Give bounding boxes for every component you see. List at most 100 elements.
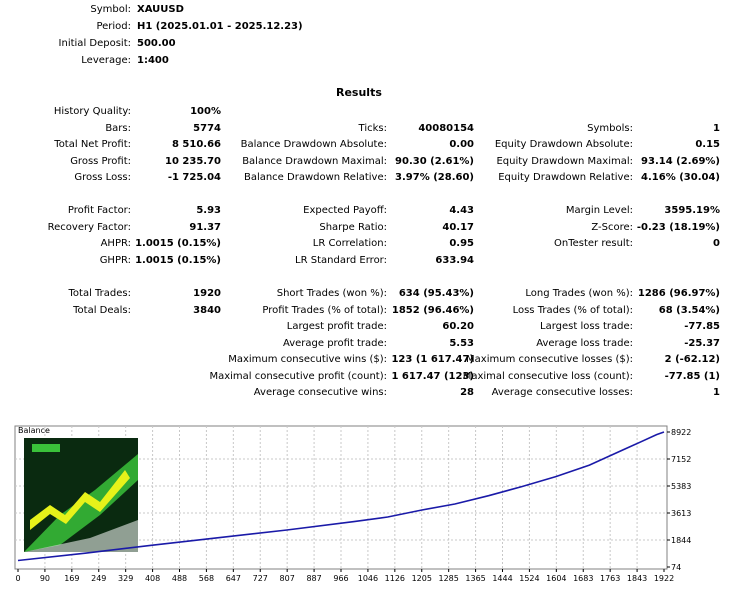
col3-value: -25.37 — [684, 337, 720, 349]
col1-label: Total Trades: — [68, 288, 132, 300]
x-tick-label: 727 — [253, 574, 268, 583]
col1-value: -1 725.04 — [167, 172, 221, 184]
x-tick-label: 1285 — [438, 574, 458, 583]
col2-label: Balance Drawdown Maximal: — [242, 155, 387, 167]
col3-value: 4.16% (30.04) — [641, 172, 720, 184]
col1-value: 91.37 — [189, 221, 221, 233]
header-label: Symbol: — [90, 4, 131, 15]
col2-value: 123 (1 617.47) — [391, 354, 474, 366]
col3-label: Loss Trades (% of total): — [512, 304, 633, 316]
y-tick-label: 7152 — [671, 455, 691, 464]
col2-label: LR Standard Error: — [295, 254, 387, 266]
col3-label: Equity Drawdown Relative: — [498, 172, 633, 184]
col2-value: 40080154 — [418, 122, 474, 134]
x-tick-label: 1683 — [573, 574, 593, 583]
header-value: 500.00 — [137, 38, 176, 49]
col3-label: Maximal consecutive loss (count): — [462, 370, 633, 382]
header-value: XAUUSD — [137, 4, 184, 15]
col3-label: Average consecutive losses: — [491, 387, 633, 399]
x-tick-label: 90 — [40, 574, 50, 583]
col3-label: Z-Score: — [591, 221, 633, 233]
col3-value: 2 (-62.12) — [664, 354, 720, 366]
col3-value: 1286 (96.97%) — [637, 288, 720, 300]
x-tick-label: 966 — [333, 574, 348, 583]
col2-label: Average profit trade: — [282, 337, 387, 349]
col1-value: 1920 — [193, 288, 221, 300]
col3-label: Largest loss trade: — [540, 321, 633, 333]
col2-label: Largest profit trade: — [286, 321, 387, 333]
col3-value: -77.85 (1) — [664, 370, 720, 382]
col2-label: Sharpe Ratio: — [319, 221, 387, 233]
col1-label: Total Deals: — [73, 304, 131, 316]
col3-label: Equity Drawdown Maximal: — [496, 155, 633, 167]
col2-value: 1 617.47 (123) — [391, 370, 474, 382]
col2-value: 633.94 — [435, 254, 474, 266]
col2-value: 0.95 — [449, 238, 474, 250]
col1-value: 100% — [190, 106, 221, 117]
col1-label: Gross Profit: — [70, 155, 131, 167]
x-tick-label: 1843 — [627, 574, 647, 583]
col1-label: Recovery Factor: — [47, 221, 131, 233]
col3-label: Symbols: — [587, 122, 633, 134]
header-label: Initial Deposit: — [58, 38, 131, 49]
x-tick-label: 647 — [226, 574, 241, 583]
col1-label: Total Net Profit: — [54, 139, 131, 151]
y-tick-label: 74 — [671, 563, 681, 572]
chart-title: Balance — [18, 426, 50, 435]
col3-value: -77.85 — [684, 321, 720, 333]
col2-label: Balance Drawdown Absolute: — [240, 139, 387, 151]
col2-value: 40.17 — [442, 221, 474, 233]
col2-value: 5.53 — [449, 337, 474, 349]
x-tick-label: 329 — [118, 574, 133, 583]
x-tick-label: 249 — [91, 574, 106, 583]
header-label: Period: — [96, 21, 131, 32]
col2-value: 634 (95.43%) — [398, 288, 474, 300]
x-tick-label: 1444 — [492, 574, 512, 583]
header-value: H1 (2025.01.01 - 2025.12.23) — [137, 21, 303, 32]
col2-label: Balance Drawdown Relative: — [243, 172, 387, 184]
col3-label: Maximum consecutive losses ($): — [466, 354, 633, 366]
x-tick-label: 807 — [280, 574, 295, 583]
x-tick-label: 488 — [172, 574, 187, 583]
col3-value: 3595.19% — [664, 205, 720, 217]
x-tick-label: 169 — [64, 574, 79, 583]
col3-label: OnTester result: — [553, 238, 633, 250]
col3-value: 1 — [713, 122, 720, 134]
x-tick-label: 1922 — [654, 574, 674, 583]
header-label: Leverage: — [81, 55, 131, 66]
col1-label: Profit Factor: — [67, 205, 131, 217]
col1-label: History Quality: — [53, 106, 131, 117]
col1-value: 1.0015 (0.15%) — [135, 238, 221, 250]
col2-label: Maximal consecutive profit (count): — [209, 370, 387, 382]
x-tick-label: 1763 — [600, 574, 620, 583]
col2-value: 28 — [460, 387, 474, 399]
col2-label: Profit Trades (% of total): — [262, 304, 387, 316]
col2-label: LR Correlation: — [312, 238, 387, 250]
col1-value: 3840 — [193, 304, 221, 316]
col3-value: 0 — [713, 238, 720, 250]
x-tick-label: 1126 — [385, 574, 405, 583]
col2-label: Maximum consecutive wins ($): — [228, 354, 387, 366]
x-tick-label: 568 — [199, 574, 214, 583]
x-tick-label: 1046 — [358, 574, 378, 583]
col3-value: 93.14 (2.69%) — [641, 155, 720, 167]
col2-value: 4.43 — [449, 205, 474, 217]
col1-value: 5.93 — [196, 205, 221, 217]
col2-value: 60.20 — [442, 321, 474, 333]
x-tick-label: 0 — [15, 574, 20, 583]
col3-value: 0.15 — [695, 139, 720, 151]
col3-value: -0.23 (18.19%) — [636, 221, 720, 233]
col1-label: Bars: — [105, 122, 131, 134]
col2-label: Average consecutive wins: — [253, 387, 387, 399]
y-tick-label: 5383 — [671, 482, 691, 491]
col2-value: 0.00 — [449, 139, 474, 151]
col1-label: Gross Loss: — [74, 172, 131, 184]
y-tick-label: 3613 — [671, 509, 691, 518]
col1-value: 10 235.70 — [165, 155, 221, 167]
col3-label: Average loss trade: — [536, 337, 633, 349]
col2-label: Short Trades (won %): — [276, 288, 387, 300]
x-tick-label: 887 — [306, 574, 321, 583]
header-value: 1:400 — [137, 55, 169, 66]
y-tick-label: 8922 — [671, 428, 691, 437]
x-tick-label: 1604 — [546, 574, 566, 583]
